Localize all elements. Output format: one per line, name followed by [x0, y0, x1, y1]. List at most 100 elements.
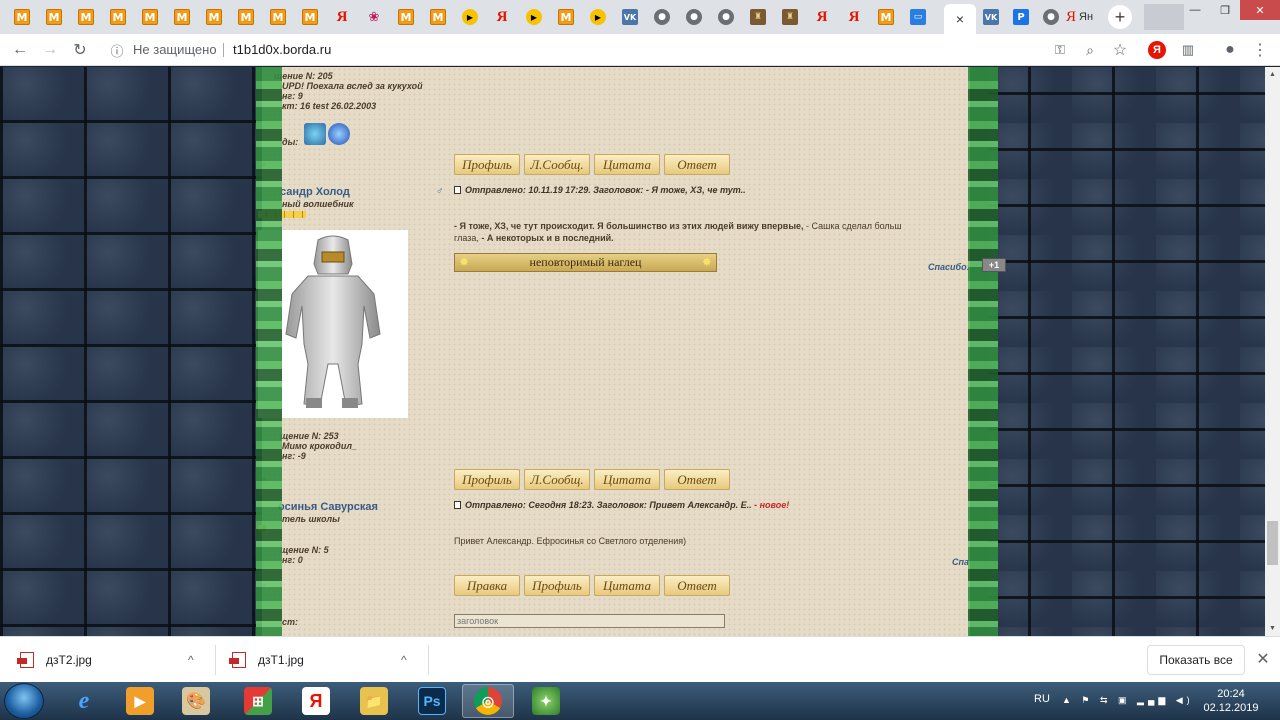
- download-item[interactable]: дзТ1.jpg: [229, 637, 304, 683]
- window-close-button[interactable]: ✕: [1240, 0, 1280, 20]
- close-icon[interactable]: ✕: [1254, 650, 1272, 668]
- taskbar-paint[interactable]: 🎨: [170, 684, 222, 718]
- tab[interactable]: ●: [711, 4, 741, 30]
- clock[interactable]: 20:24 02.12.2019: [1196, 687, 1266, 715]
- back-button[interactable]: ←: [8, 38, 32, 62]
- tab[interactable]: M: [263, 4, 293, 30]
- quote-button[interactable]: Цитата: [594, 469, 660, 490]
- tab[interactable]: M: [103, 4, 133, 30]
- taskbar-yandex[interactable]: Я: [290, 684, 342, 718]
- taskbar-app[interactable]: ⊞: [232, 684, 284, 718]
- tab[interactable]: Я: [839, 4, 869, 30]
- reply-button[interactable]: Ответ: [664, 154, 730, 175]
- chevron-up-icon[interactable]: ^: [401, 653, 407, 667]
- address-url[interactable]: t1b1d0x.borda.ru: [233, 42, 331, 57]
- download-options[interactable]: ^: [401, 637, 407, 683]
- key-icon[interactable]: ⚿: [1048, 38, 1072, 62]
- author-name[interactable]: осинья Савурская: [278, 501, 378, 513]
- tab[interactable]: M: [167, 4, 197, 30]
- taskbar-photoshop[interactable]: Ps: [406, 684, 458, 718]
- rating: нг: -9: [282, 451, 306, 461]
- taskbar-ie[interactable]: e: [58, 684, 110, 718]
- clock-time: 20:24: [1217, 688, 1245, 700]
- tab[interactable]: M: [423, 4, 453, 30]
- language-indicator[interactable]: RU: [1034, 693, 1050, 705]
- tab[interactable]: M: [551, 4, 581, 30]
- taskbar-explorer[interactable]: 📁: [348, 684, 400, 718]
- author-name[interactable]: сандр Холод: [280, 186, 350, 198]
- menu-icon[interactable]: ⋮: [1248, 38, 1272, 62]
- post-header: Отправлено: 10.11.19 17:29. Заголовок: -…: [454, 185, 746, 195]
- award-icon: [328, 123, 350, 145]
- maximize-button[interactable]: ❐: [1210, 0, 1240, 20]
- tab[interactable]: M: [71, 4, 101, 30]
- info-icon[interactable]: ⓘ: [108, 41, 126, 59]
- edit-button[interactable]: Правка: [454, 575, 520, 596]
- scroll-thumb[interactable]: [1267, 521, 1278, 565]
- active-tab[interactable]: ×: [944, 4, 976, 34]
- tab[interactable]: ▶: [455, 4, 485, 30]
- tab[interactable]: VK: [615, 4, 645, 30]
- profile-icon[interactable]: ●: [1218, 38, 1242, 62]
- title-input[interactable]: [454, 614, 725, 628]
- forward-button[interactable]: →: [38, 38, 62, 62]
- chevron-up-icon[interactable]: ^: [188, 653, 194, 667]
- divider: [215, 645, 216, 675]
- tray-icons[interactable]: ▲ ⚑ ⇆ ▣ ▂▄▆ ◀): [1062, 695, 1194, 706]
- extensions-icon[interactable]: ▥: [1176, 38, 1200, 62]
- start-button[interactable]: [4, 683, 44, 719]
- profile-button[interactable]: Профиль: [454, 469, 520, 490]
- tab[interactable]: M: [135, 4, 165, 30]
- plus-one-button[interactable]: +1: [982, 258, 1006, 272]
- window-title-area: [1144, 4, 1184, 30]
- profile-button[interactable]: Профиль: [454, 154, 520, 175]
- reply-button[interactable]: Ответ: [664, 469, 730, 490]
- tab[interactable]: M: [199, 4, 229, 30]
- download-options[interactable]: ^: [188, 637, 194, 683]
- taskbar-media[interactable]: ▶: [114, 684, 166, 718]
- tab[interactable]: ♜: [775, 4, 805, 30]
- tab[interactable]: ●: [1036, 4, 1066, 30]
- star-icon[interactable]: ☆: [1108, 38, 1132, 62]
- reload-button[interactable]: ↻: [68, 38, 92, 62]
- quote-button[interactable]: Цитата: [594, 575, 660, 596]
- profile-button[interactable]: Профиль: [524, 575, 590, 596]
- quote-button[interactable]: Цитата: [594, 154, 660, 175]
- tab[interactable]: M: [7, 4, 37, 30]
- scroll-up-arrow[interactable]: ▲: [1265, 67, 1280, 82]
- private-message-button[interactable]: Л.Сообщ.: [524, 154, 590, 175]
- tab[interactable]: Я: [487, 4, 517, 30]
- tab[interactable]: ●: [647, 4, 677, 30]
- tab[interactable]: ❀: [359, 4, 389, 30]
- minimize-button[interactable]: —: [1180, 0, 1210, 20]
- yandex-icon: Я: [336, 8, 348, 25]
- download-item[interactable]: дзТ2.jpg: [17, 637, 92, 683]
- new-tab-button[interactable]: +: [1108, 5, 1132, 29]
- reply-button[interactable]: Ответ: [664, 575, 730, 596]
- tab[interactable]: M: [231, 4, 261, 30]
- tab[interactable]: VK: [976, 4, 1006, 30]
- taskbar-chrome[interactable]: ◎: [462, 684, 514, 718]
- private-message-button[interactable]: Л.Сообщ.: [524, 469, 590, 490]
- new-badge: - новое!: [754, 500, 790, 510]
- tab[interactable]: M: [39, 4, 69, 30]
- tab[interactable]: Р: [1006, 4, 1036, 30]
- yandex-extension-icon[interactable]: Я: [1148, 41, 1166, 59]
- show-all-button[interactable]: Показать все: [1147, 645, 1245, 675]
- tab[interactable]: ●: [679, 4, 709, 30]
- tab[interactable]: Я: [327, 4, 357, 30]
- tab[interactable]: M: [295, 4, 325, 30]
- tab[interactable]: ▶: [583, 4, 613, 30]
- tab[interactable]: M: [871, 4, 901, 30]
- scroll-down-arrow[interactable]: ▼: [1265, 621, 1280, 636]
- tab-yandex[interactable]: Я Ян: [1066, 4, 1100, 30]
- tab[interactable]: ▭: [903, 4, 933, 30]
- close-icon[interactable]: ×: [956, 11, 964, 27]
- tab[interactable]: ♜: [743, 4, 773, 30]
- page-scrollbar[interactable]: ▲ ▼: [1265, 67, 1280, 636]
- taskbar-game[interactable]: ✦: [520, 684, 572, 718]
- tab[interactable]: ▶: [519, 4, 549, 30]
- tab[interactable]: Я: [807, 4, 837, 30]
- zoom-icon[interactable]: ⌕: [1078, 38, 1102, 62]
- tab[interactable]: M: [391, 4, 421, 30]
